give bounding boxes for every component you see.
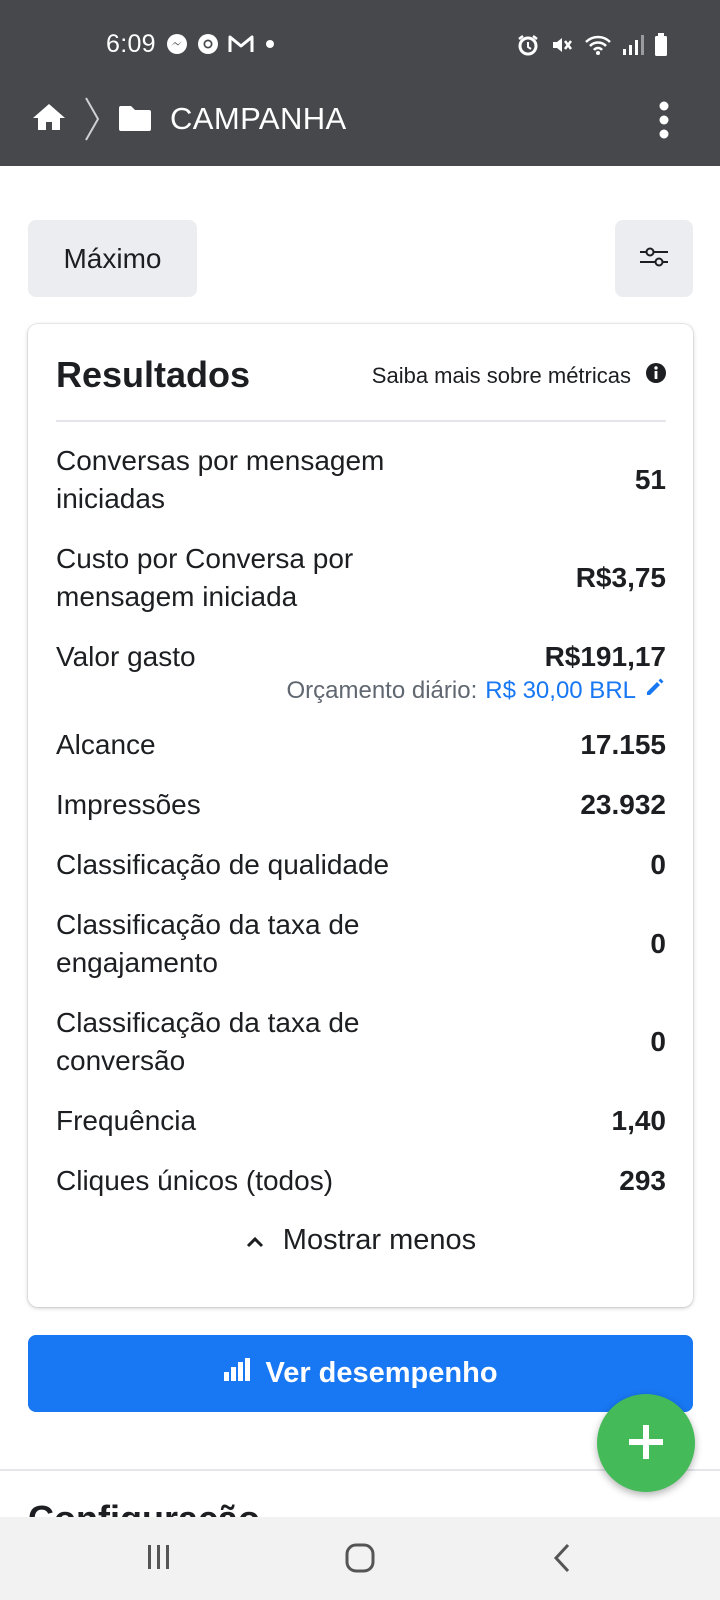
metric-label: Alcance	[56, 729, 156, 760]
chevron-right-icon	[82, 94, 102, 149]
metric-row: Impressões 23.932	[56, 786, 666, 824]
more-options-icon[interactable]	[656, 98, 672, 147]
metric-label: Cliques únicos (todos)	[56, 1165, 334, 1196]
status-time: 6:09	[106, 30, 156, 58]
chrome-icon	[197, 33, 219, 55]
metric-label: Classificação da taxa de engajamento	[56, 909, 360, 978]
recents-icon[interactable]	[146, 1543, 172, 1576]
metric-label: Conversas por mensagem iniciadas	[56, 445, 385, 514]
metric-row: Cliques únicos (todos) 293	[56, 1162, 666, 1200]
show-less-label: Mostrar menos	[282, 1224, 477, 1256]
plus-icon	[627, 1423, 665, 1464]
results-card: Resultados Saiba mais sobre métricas Con…	[28, 324, 693, 1307]
date-range-button[interactable]: Máximo	[28, 220, 197, 297]
home-button-icon[interactable]	[345, 1543, 375, 1578]
metric-row: Frequência 1,40	[56, 1102, 666, 1140]
settings-section-title: Configuração	[28, 1497, 260, 1517]
metric-label: Classificação de qualidade	[56, 849, 390, 880]
add-button[interactable]	[597, 1394, 695, 1492]
metric-label: Frequência	[56, 1105, 197, 1136]
system-status-icons	[516, 33, 668, 57]
divider	[56, 420, 666, 422]
page-title: CAMPANHA	[170, 101, 347, 136]
mute-icon	[550, 33, 574, 57]
show-less-button[interactable]: Mostrar menos	[28, 1224, 693, 1257]
metric-label: Classificação da taxa de conversão	[56, 1007, 360, 1076]
status-bar: 6:09	[0, 24, 720, 66]
bar-chart-icon	[223, 1357, 251, 1390]
metric-value: 17.155	[580, 729, 666, 760]
metric-label: Impressões	[56, 789, 201, 820]
edit-icon[interactable]	[644, 676, 666, 705]
signal-icon	[622, 34, 644, 56]
alarm-icon	[516, 33, 540, 57]
messenger-icon	[166, 33, 188, 55]
info-icon	[645, 362, 667, 390]
metric-value: 0	[650, 928, 666, 959]
metric-label: Custo por Conversa por mensagem iniciada	[56, 543, 354, 612]
budget-value[interactable]: R$ 30,00 BRL	[485, 677, 636, 705]
metric-value: 293	[619, 1165, 666, 1196]
metric-label: Valor gasto	[56, 641, 196, 672]
folder-icon	[118, 104, 152, 137]
metrics-help-link[interactable]: Saiba mais sobre métricas	[372, 362, 667, 390]
sliders-icon	[638, 244, 670, 273]
home-icon[interactable]	[32, 102, 66, 137]
metric-row: Classificação da taxa de conversão 0	[56, 1004, 666, 1080]
wifi-icon	[584, 34, 612, 56]
metric-row: Custo por Conversa por mensagem iniciada…	[56, 540, 666, 616]
metric-value: R$3,75	[575, 562, 666, 593]
metric-value: 1,40	[611, 1105, 667, 1136]
breadcrumb: CAMPANHA	[0, 88, 720, 152]
results-title: Resultados	[56, 354, 251, 395]
metric-value: 0	[650, 849, 666, 880]
metric-row: Conversas por mensagem iniciadas 51	[56, 442, 666, 518]
metric-value: 23.932	[580, 789, 666, 820]
metrics-help-label: Saiba mais sobre métricas	[371, 363, 631, 388]
metric-value: 51	[634, 464, 666, 495]
budget-label: Orçamento diário:	[286, 676, 478, 704]
filter-button[interactable]	[615, 220, 693, 297]
app-header: 6:09 CAMPANHA	[0, 0, 720, 166]
metric-row: Alcance 17.155	[56, 726, 666, 764]
view-performance-label: Ver desempenho	[265, 1357, 498, 1389]
daily-budget[interactable]: Orçamento diário: R$ 30,00 BRL	[286, 676, 666, 705]
back-icon[interactable]	[552, 1543, 572, 1578]
metric-value: R$191,17	[544, 641, 666, 672]
metric-row: Classificação da taxa de engajamento 0	[56, 906, 666, 982]
gmail-icon	[228, 34, 254, 54]
dot-icon	[263, 37, 277, 51]
system-navigation-bar	[0, 1517, 720, 1600]
battery-icon	[654, 33, 668, 57]
notification-icons	[166, 33, 277, 55]
view-performance-button[interactable]: Ver desempenho	[28, 1335, 693, 1412]
metric-row: Classificação de qualidade 0	[56, 846, 666, 884]
metric-value: 0	[650, 1026, 666, 1057]
metric-row: Valor gasto R$191,17 Orçamento diário: R…	[56, 638, 666, 714]
chevron-up-icon	[245, 1224, 265, 1257]
